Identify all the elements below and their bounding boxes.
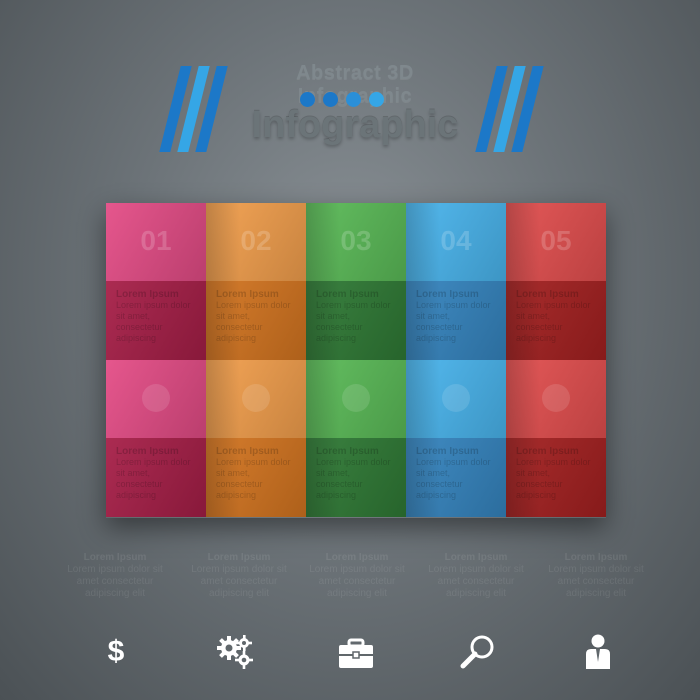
tile-circle-icon [242,384,270,412]
right-stripes [474,66,544,152]
column-text-body: Lorem ipsum dolor sit amet consectetur a… [428,564,524,599]
tile-text-body: Lorem ipsum dolor sit amet, consectetur … [116,300,191,343]
tile-text-body: Lorem ipsum dolor sit amet, consectetur … [216,300,291,343]
tile-bottom-2-4: Lorem Ipsum Lorem ipsum dolor sit amet, c… [406,438,506,517]
tile-number: 01 [140,225,172,256]
tile-text: Lorem Ipsum Lorem ipsum dolor sit amet, c… [316,289,398,344]
tile-top-1-3: 03 [306,203,406,281]
tile-top-2-5 [506,360,606,438]
tile-text-heading: Lorem Ipsum [516,289,579,300]
tile-text: Lorem Ipsum Lorem ipsum dolor sit amet, c… [516,289,598,344]
tile-top-1-1: 01 [106,203,206,281]
column-text-4: Lorem Ipsum Lorem ipsum dolor sit amet co… [421,552,531,600]
briefcase-icon [336,632,376,672]
tile-text-body: Lorem ipsum dolor sit amet, consectetur … [316,457,391,500]
column-text-5: Lorem Ipsum Lorem ipsum dolor sit amet co… [541,552,651,600]
tile-text-heading: Lorem Ipsum [416,446,479,457]
left-stripes [158,66,228,152]
tile-text-heading: Lorem Ipsum [516,446,579,457]
column-text-heading: Lorem Ipsum [444,552,508,563]
tile-bottom-2-2: Lorem Ipsum Lorem ipsum dolor sit amet, c… [206,438,306,517]
column-text-heading: Lorem Ipsum [325,552,389,563]
column-text-body: Lorem ipsum dolor sit amet consectetur a… [309,564,405,599]
tile-bottom-1-2: Lorem Ipsum Lorem ipsum dolor sit amet, c… [206,281,306,360]
tile-text-body: Lorem ipsum dolor sit amet, consectetur … [416,300,491,343]
dollar-glyph: $ [107,635,125,668]
tile-text-heading: Lorem Ipsum [316,446,379,457]
column-text-heading: Lorem Ipsum [564,552,628,563]
tile-top-2-3 [306,360,406,438]
tile-text-heading: Lorem Ipsum [216,446,279,457]
tile-text-heading: Lorem Ipsum [116,446,179,457]
tile-circle-icon [542,384,570,412]
tile-text-body: Lorem ipsum dolor sit amet, consectetur … [116,457,191,500]
tile-text-heading: Lorem Ipsum [316,289,379,300]
tile-number: 05 [540,225,572,256]
tile-circle-icon [142,384,170,412]
tile-bottom-2-3: Lorem Ipsum Lorem ipsum dolor sit amet, c… [306,438,406,517]
tile-top-2-4 [406,360,506,438]
tile-text: Lorem Ipsum Lorem ipsum dolor sit amet, c… [416,289,498,344]
column-text-2: Lorem Ipsum Lorem ipsum dolor sit amet co… [184,552,294,600]
tile-top-2-1 [106,360,206,438]
tile-circle-icon [442,384,470,412]
tile-grid: 01 Lorem Ipsum Lorem ipsum dolor sit amet,… [106,203,606,518]
tile-text-body: Lorem ipsum dolor sit amet, consectetur … [316,300,391,343]
magnifier-icon [458,632,498,672]
column-text-body: Lorem ipsum dolor sit amet consectetur a… [548,564,644,599]
column-text-heading: Lorem Ipsum [83,552,147,563]
user-icon [578,632,618,672]
tile-bottom-1-4: Lorem Ipsum Lorem ipsum dolor sit amet, c… [406,281,506,360]
tile-bottom-1-3: Lorem Ipsum Lorem ipsum dolor sit amet, c… [306,281,406,360]
tile-bottom-1-1: Lorem Ipsum Lorem ipsum dolor sit amet, c… [106,281,206,360]
tile-text-body: Lorem ipsum dolor sit amet, consectetur … [516,300,591,343]
tile-text: Lorem Ipsum Lorem ipsum dolor sit amet, c… [216,289,298,344]
tile-text-body: Lorem ipsum dolor sit amet, consectetur … [216,457,291,500]
tile-text-heading: Lorem Ipsum [216,289,279,300]
header-title: Infographic [251,104,459,146]
tile-number: 04 [440,225,472,256]
tile-bottom-2-5: Lorem Ipsum Lorem ipsum dolor sit amet, c… [506,438,606,517]
tile-top-1-2: 02 [206,203,306,281]
tile-text: Lorem Ipsum Lorem ipsum dolor sit amet, c… [116,289,198,344]
dollar-icon: $ [96,632,136,672]
tile-circle-icon [342,384,370,412]
tile-top-1-4: 04 [406,203,506,281]
tile-text-heading: Lorem Ipsum [116,289,179,300]
tile-shadow [506,360,540,438]
tile-top-2-2 [206,360,306,438]
tile-text: Lorem Ipsum Lorem ipsum dolor sit amet, c… [116,446,198,501]
tile-text-heading: Lorem Ipsum [416,289,479,300]
column-text-body: Lorem ipsum dolor sit amet consectetur a… [191,564,287,599]
tile-shadow [406,360,440,438]
column-text-3: Lorem Ipsum Lorem ipsum dolor sit amet co… [302,552,412,600]
tile-bottom-1-5: Lorem Ipsum Lorem ipsum dolor sit amet, c… [506,281,606,360]
tile-text-body: Lorem ipsum dolor sit amet, consectetur … [516,457,591,500]
tile-text: Lorem Ipsum Lorem ipsum dolor sit amet, c… [516,446,598,501]
tile-bottom-2-1: Lorem Ipsum Lorem ipsum dolor sit amet, c… [106,438,206,517]
tile-text: Lorem Ipsum Lorem ipsum dolor sit amet, c… [216,446,298,501]
tile-text: Lorem Ipsum Lorem ipsum dolor sit amet, c… [416,446,498,501]
gears-icon [215,632,255,672]
tile-top-1-5: 05 [506,203,606,281]
column-text-body: Lorem ipsum dolor sit amet consectetur a… [67,564,163,599]
tile-number: 02 [240,225,272,256]
column-text-1: Lorem Ipsum Lorem ipsum dolor sit amet co… [60,552,170,600]
tile-shadow [306,360,340,438]
tile-text-body: Lorem ipsum dolor sit amet, consectetur … [416,457,491,500]
tile-number: 03 [340,225,372,256]
tile-text: Lorem Ipsum Lorem ipsum dolor sit amet, c… [316,446,398,501]
tile-shadow [206,360,240,438]
column-text-heading: Lorem Ipsum [207,552,271,563]
